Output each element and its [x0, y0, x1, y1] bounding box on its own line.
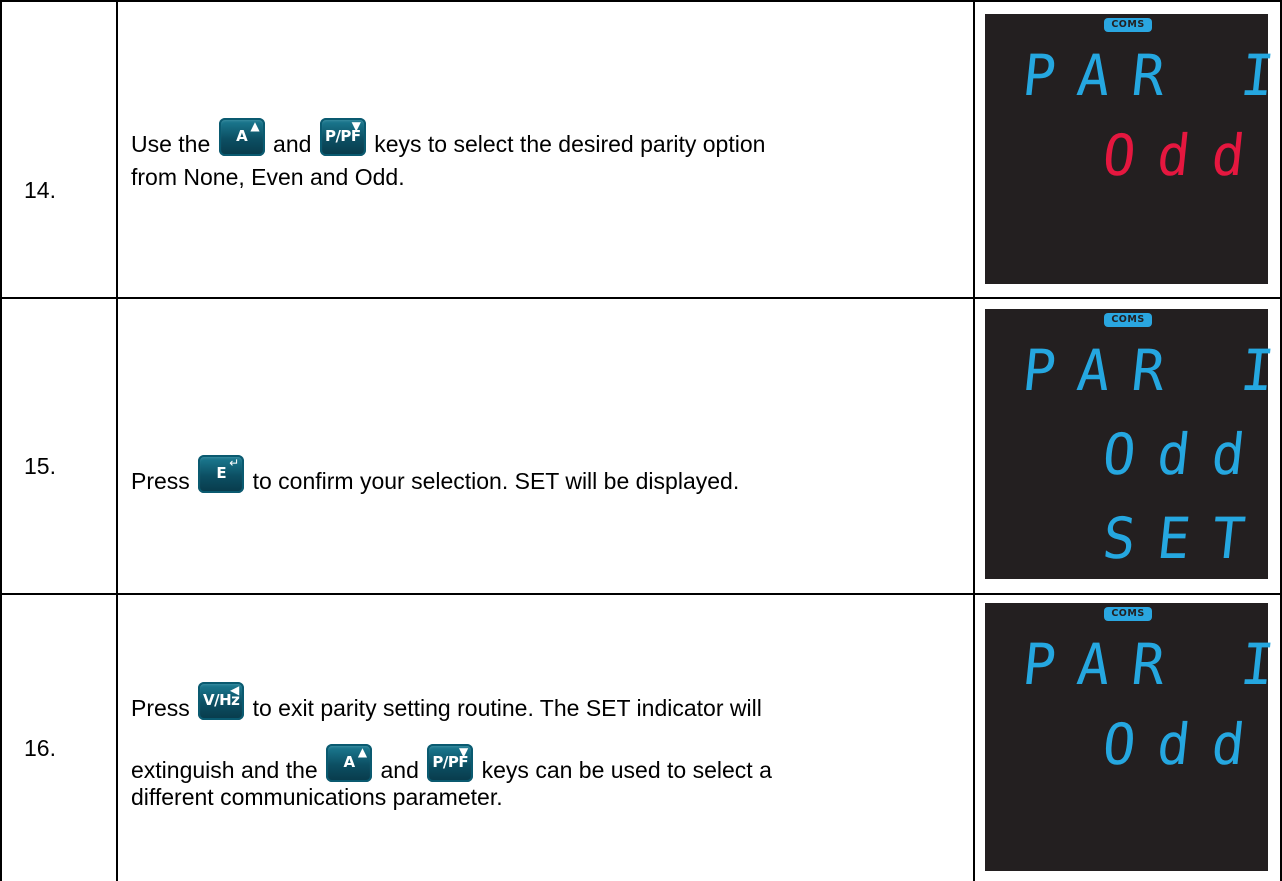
key-label: P/PF: [324, 127, 361, 145]
step-number: 15.: [24, 453, 56, 479]
display-line-value: Odd: [1099, 711, 1271, 778]
table-border-row1: [0, 297, 1282, 299]
display-line-parameter: PAR I: [1019, 337, 1282, 404]
coms-indicator: COMS: [1104, 313, 1152, 327]
instruction-text: keys to select the desired parity option: [374, 131, 766, 157]
instruction-line: from None, Even and Odd.: [131, 164, 405, 190]
meter-display: COMS PAR I Odd: [985, 14, 1282, 284]
table-border-col1: [116, 0, 118, 881]
step-number: 16.: [24, 735, 56, 761]
display-line-parameter: PAR I: [1019, 631, 1282, 698]
key-p-pf-button: ▼ P/PF: [427, 744, 474, 782]
key-label: A: [343, 753, 356, 771]
key-label: P/PF: [432, 753, 469, 771]
instruction-text: Press: [131, 468, 190, 494]
key-a-button: ▲ A: [218, 118, 265, 156]
table-border-row2: [0, 593, 1282, 595]
instruction-text: extinguish and the: [131, 757, 318, 783]
table-border-top: [0, 0, 1282, 2]
display-line-status: SET: [1099, 505, 1271, 572]
meter-display: COMS PAR I Odd: [985, 603, 1282, 871]
display-line-value: Odd: [1099, 421, 1271, 488]
instruction-line: Press ↵ E to confirm your selection. SET…: [131, 455, 951, 496]
key-label: V/Hz: [203, 691, 240, 709]
instruction-text: Press: [131, 695, 190, 721]
instruction-text: Use the: [131, 131, 211, 157]
step-number: 14.: [24, 177, 56, 203]
key-label: E: [216, 464, 227, 482]
coms-indicator: COMS: [1104, 607, 1152, 621]
instruction-line: Use the ▲ A and ▼ P/PF keys to select th…: [131, 118, 951, 162]
instruction-text: keys can be used to select a: [481, 757, 772, 783]
table-border-col2: [973, 0, 975, 881]
instruction-line: extinguish and the ▲ A and ▼ P/PF keys c…: [131, 744, 951, 783]
key-e-button: ↵ E: [198, 455, 245, 493]
instruction-line: Press ◀ V/Hz to exit parity setting rout…: [131, 682, 951, 744]
instruction-text: to confirm your selection. SET will be d…: [252, 468, 740, 494]
instruction-text: to exit parity setting routine. The SET …: [252, 695, 762, 721]
step-instruction: Press ↵ E to confirm your selection. SET…: [131, 455, 951, 496]
key-p-pf-button: ▼ P/PF: [319, 118, 366, 156]
step-instruction: Use the ▲ A and ▼ P/PF keys to select th…: [131, 118, 951, 192]
display-line-parameter: PAR I: [1019, 42, 1282, 109]
key-v-hz-button: ◀ V/Hz: [198, 682, 245, 720]
instruction-line: different communications parameter.: [131, 784, 503, 810]
step-instruction: Press ◀ V/Hz to exit parity setting rout…: [131, 682, 951, 812]
coms-indicator: COMS: [1104, 18, 1152, 32]
instruction-text: and: [273, 131, 312, 157]
instruction-table: 14. Use the ▲ A and ▼ P/PF keys to selec…: [0, 0, 1282, 881]
table-border-left: [0, 0, 2, 881]
key-a-button: ▲ A: [326, 744, 373, 782]
key-label: A: [236, 127, 248, 145]
meter-display: COMS PAR I Odd SET: [985, 309, 1282, 579]
instruction-text: and: [380, 757, 419, 783]
display-line-value: Odd: [1099, 122, 1271, 189]
